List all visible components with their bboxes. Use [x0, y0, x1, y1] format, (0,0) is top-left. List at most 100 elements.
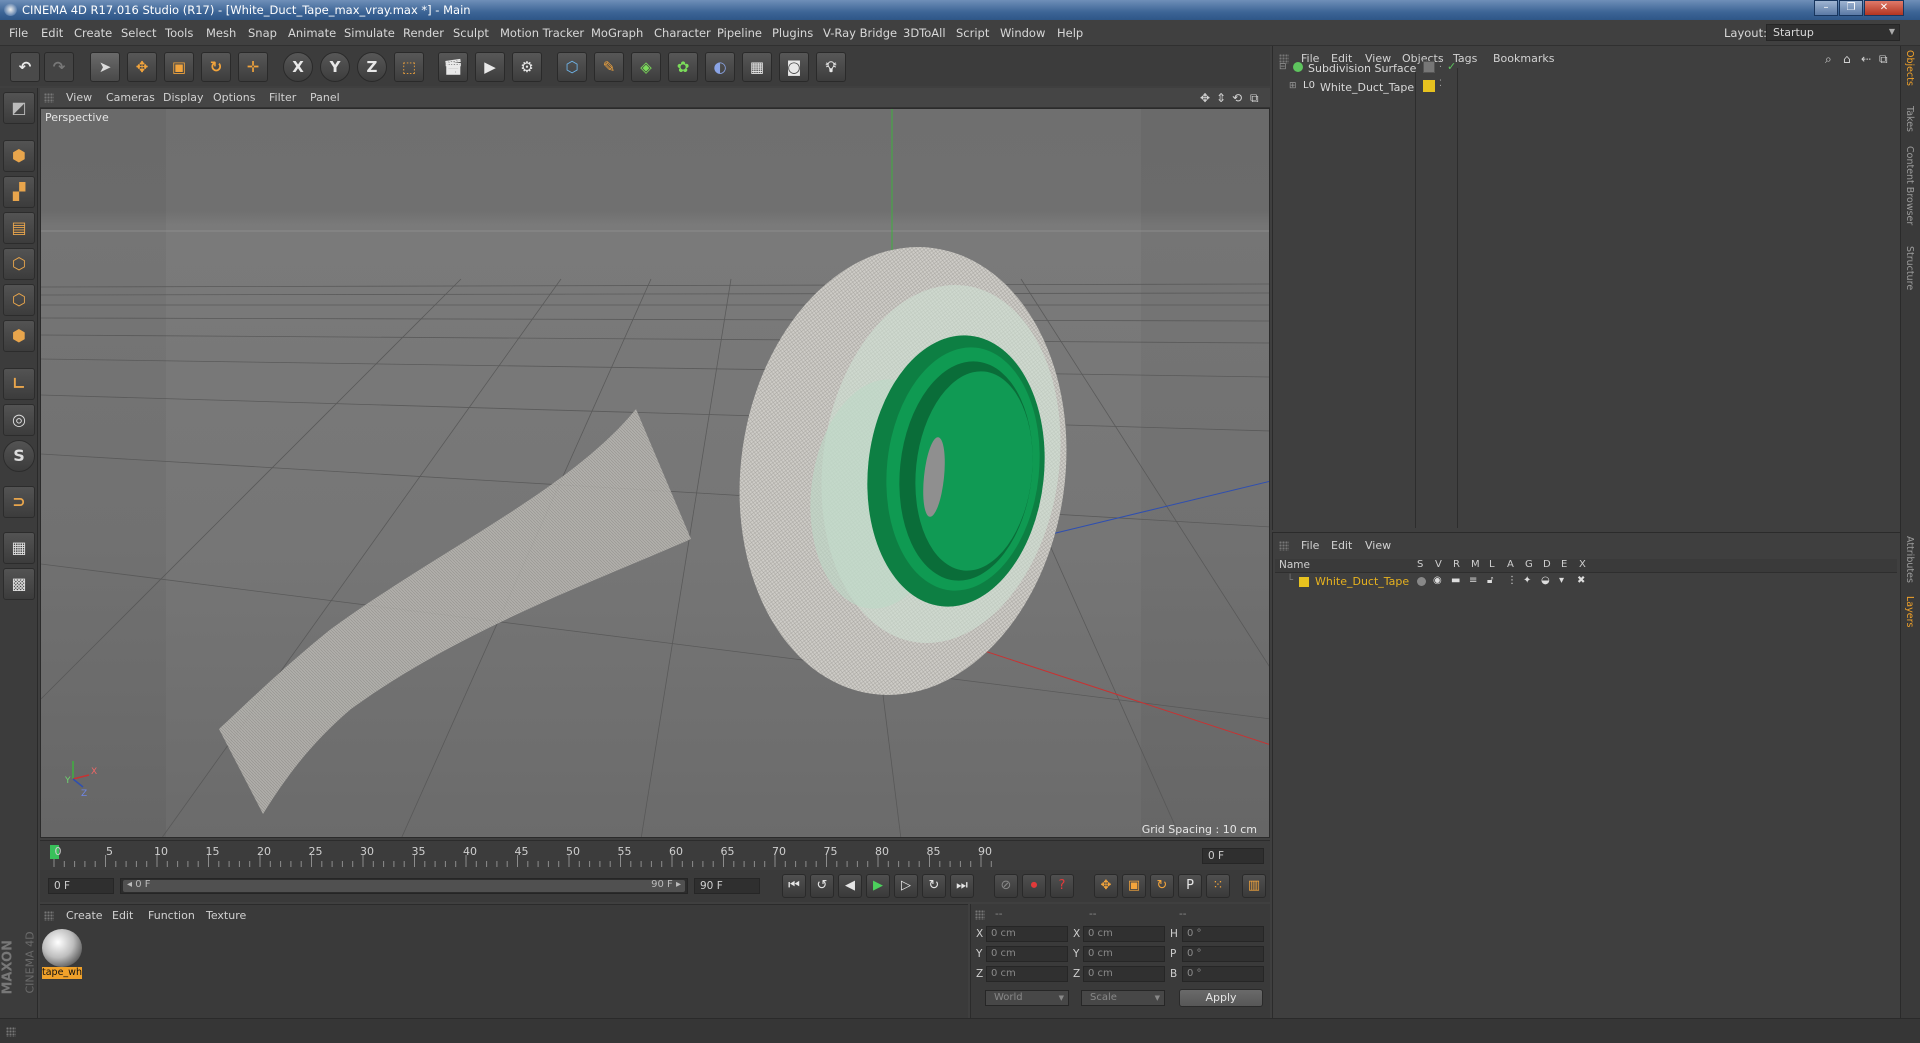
next-key-button[interactable]: ↻: [922, 874, 946, 898]
menu-pipeline[interactable]: Pipeline: [717, 26, 762, 40]
menu-mograph[interactable]: MoGraph: [591, 26, 643, 40]
polygons-mode-button[interactable]: ⬢: [3, 320, 35, 352]
layer-row-white-duct-tape[interactable]: └ White_Duct_Tape ◉ ▬ ≡ 🔓︎ ⋮ ✦ ◒ ▾ ✖: [1275, 575, 1897, 589]
go-to-start-button[interactable]: ⏮: [782, 874, 806, 898]
editor-visibility-icon[interactable]: [1423, 61, 1435, 73]
edges-mode-button[interactable]: ⬡: [3, 284, 35, 316]
rot-b-field[interactable]: 0 °: [1182, 966, 1264, 982]
scale-dropdown[interactable]: Scale ▼: [1081, 990, 1165, 1006]
expression-toggle-icon[interactable]: ▾: [1559, 575, 1564, 586]
menu-window[interactable]: Window: [1000, 26, 1045, 40]
viewport-rotate-icon[interactable]: ⟲: [1232, 91, 1242, 105]
layer-menu-view[interactable]: View: [1365, 539, 1391, 552]
scale-tool-button[interactable]: ▣: [164, 52, 194, 82]
make-editable-button[interactable]: ◩: [3, 92, 35, 124]
layer-menu-edit[interactable]: Edit: [1331, 539, 1352, 552]
animation-toggle-icon[interactable]: ⋮: [1507, 575, 1517, 586]
col-locked[interactable]: L: [1489, 559, 1495, 570]
pla-key-button[interactable]: ⁙: [1206, 874, 1230, 898]
menu-character[interactable]: Character: [654, 26, 711, 40]
timeline-window-button[interactable]: ▥: [1242, 874, 1266, 898]
menu-help[interactable]: Help: [1057, 26, 1083, 40]
render-view-button[interactable]: 🎬︎: [438, 52, 468, 82]
manager-toggle-icon[interactable]: ≡: [1469, 575, 1477, 586]
menu-plugins[interactable]: Plugins: [772, 26, 813, 40]
col-deformers[interactable]: D: [1543, 559, 1551, 570]
previous-key-button[interactable]: ↺: [810, 874, 834, 898]
apply-button[interactable]: Apply: [1179, 989, 1263, 1007]
tab-content-browser[interactable]: Content Browser: [1904, 146, 1915, 225]
size-x-field[interactable]: 0 cm: [1083, 926, 1165, 942]
next-frame-button[interactable]: ▷: [894, 874, 918, 898]
model-mode-button[interactable]: ⬢: [3, 140, 35, 172]
render-picture-viewer-button[interactable]: ▶: [475, 52, 505, 82]
magnet-tool-button[interactable]: ⊃: [3, 486, 35, 518]
planar-workplane-button[interactable]: ▩: [3, 568, 35, 600]
tab-objects[interactable]: Objects: [1904, 50, 1915, 86]
tab-structure[interactable]: Structure: [1904, 246, 1915, 290]
add-mograph-button[interactable]: ✿: [668, 52, 698, 82]
pos-z-field[interactable]: 0 cm: [986, 966, 1068, 982]
menu-file[interactable]: File: [9, 26, 28, 40]
live-selection-button[interactable]: ➤: [90, 52, 120, 82]
solo-toggle-icon[interactable]: [1417, 577, 1426, 586]
enabled-check-icon[interactable]: ✓: [1447, 60, 1456, 73]
preview-range-bar[interactable]: [123, 880, 685, 892]
add-cube-button[interactable]: ⬡: [557, 52, 587, 82]
col-solo[interactable]: S: [1417, 559, 1423, 570]
menu-mesh[interactable]: Mesh: [206, 26, 236, 40]
preview-range-slider[interactable]: ◂ 0 F 90 F ▸: [120, 878, 688, 894]
generator-toggle-icon[interactable]: ✦: [1523, 575, 1531, 586]
object-row-white-duct-tape[interactable]: ⊞ L0 White_Duct_Tape ⁚: [1277, 79, 1897, 96]
points-mode-button[interactable]: ⬡: [3, 248, 35, 280]
col-animation[interactable]: A: [1507, 559, 1514, 570]
world-dropdown[interactable]: World ▼: [985, 990, 1069, 1006]
workplane-mode-button[interactable]: ▤: [3, 212, 35, 244]
menu-edit[interactable]: Edit: [41, 26, 63, 40]
eye-icon[interactable]: ◉: [1433, 575, 1442, 586]
go-to-end-button[interactable]: ⏭: [950, 874, 974, 898]
collapse-icon[interactable]: ⊟: [1279, 62, 1287, 72]
rot-h-field[interactable]: 0 °: [1182, 926, 1264, 942]
viewport-move-icon[interactable]: ✥: [1200, 91, 1210, 105]
col-expressions[interactable]: E: [1561, 559, 1567, 570]
col-manager[interactable]: M: [1471, 559, 1480, 570]
tab-layers[interactable]: Layers: [1904, 596, 1915, 627]
pos-x-field[interactable]: 0 cm: [986, 926, 1068, 942]
layer-color-tag-icon[interactable]: [1423, 80, 1435, 92]
maximize-button[interactable]: ❐: [1839, 0, 1863, 16]
y-axis-lock-button[interactable]: Y: [320, 52, 350, 82]
add-light-button[interactable]: 💡︎: [816, 52, 846, 82]
viewport-maximize-icon[interactable]: ⧉: [1250, 91, 1259, 106]
position-key-button[interactable]: ✥: [1094, 874, 1118, 898]
viewport-zoom-icon[interactable]: ⇕: [1216, 91, 1226, 105]
texture-mode-button[interactable]: ▞: [3, 176, 35, 208]
tab-takes[interactable]: Takes: [1904, 106, 1915, 132]
render-visibility-dots-icon[interactable]: ⁚: [1439, 79, 1442, 89]
material-menu-edit[interactable]: Edit: [112, 909, 133, 922]
material-menu-texture[interactable]: Texture: [206, 909, 246, 922]
snapping-button[interactable]: S: [3, 440, 35, 472]
lock-icon[interactable]: 🔓︎: [1487, 575, 1493, 586]
scale-key-button[interactable]: ▣: [1122, 874, 1146, 898]
menu-simulate[interactable]: Simulate: [344, 26, 395, 40]
rotation-key-button[interactable]: ↻: [1150, 874, 1174, 898]
add-floor-button[interactable]: ▦: [742, 52, 772, 82]
expand-icon[interactable]: ⊞: [1289, 81, 1297, 91]
close-button[interactable]: ✕: [1864, 0, 1904, 16]
axis-mode-button[interactable]: ∟: [3, 368, 35, 400]
menu-animate[interactable]: Animate: [288, 26, 336, 40]
menu-snap[interactable]: Snap: [248, 26, 277, 40]
menu-motion-tracker[interactable]: Motion Tracker: [500, 26, 584, 40]
size-z-field[interactable]: 0 cm: [1083, 966, 1165, 982]
minimize-button[interactable]: –: [1814, 0, 1838, 16]
layout-dropdown[interactable]: Startup ▼: [1766, 24, 1900, 41]
col-name[interactable]: Name: [1279, 559, 1310, 571]
render-visibility-dots-icon[interactable]: ⁚: [1439, 60, 1442, 70]
material-menu-function[interactable]: Function: [148, 909, 195, 922]
menu-3dtoall[interactable]: 3DToAll: [903, 26, 946, 40]
object-row-subdivision-surface[interactable]: ⊟ Subdivision Surface ⁚ ✓: [1277, 60, 1897, 77]
move-tool-button[interactable]: ✥: [127, 52, 157, 82]
viewport-menu-cameras[interactable]: Cameras: [106, 91, 155, 104]
previous-frame-button[interactable]: ◀: [838, 874, 862, 898]
